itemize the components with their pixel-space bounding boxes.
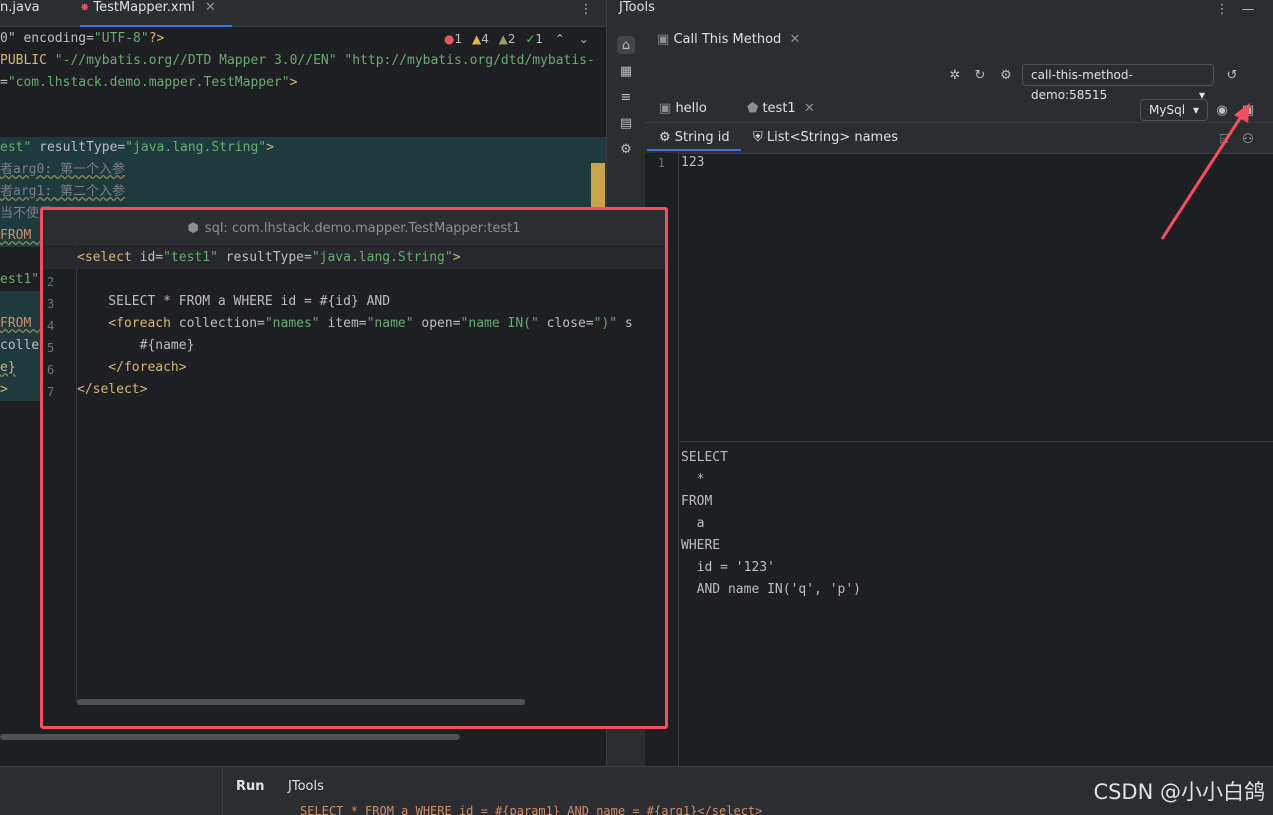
debug-icon[interactable]: ✲ bbox=[946, 66, 964, 84]
chevron-down-icon[interactable]: ⌄ bbox=[579, 32, 589, 46]
code-line: e} bbox=[0, 357, 40, 379]
popup-code-line: </foreach> bbox=[77, 360, 187, 375]
popup-horizontal-scrollbar[interactable] bbox=[77, 699, 525, 705]
code-line: 0" encoding="UTF-8"?> bbox=[0, 31, 165, 46]
sql-line: SELECT bbox=[681, 450, 728, 465]
cube-icon: ⬢ bbox=[187, 220, 199, 236]
line-number: 3 bbox=[47, 297, 55, 311]
code-line: collec bbox=[0, 335, 47, 357]
minimize-icon[interactable]: — bbox=[1239, 0, 1257, 18]
more-icon[interactable]: ⋮ bbox=[1213, 0, 1231, 18]
change-marker bbox=[591, 163, 605, 207]
sql-popup[interactable]: ⬢ sql: com.lhstack.demo.mapper.TestMappe… bbox=[40, 207, 668, 729]
error-icon: ● bbox=[444, 32, 455, 46]
popup-header[interactable]: ⬢ sql: com.lhstack.demo.mapper.TestMappe… bbox=[43, 210, 665, 246]
sql-line: * bbox=[681, 472, 705, 487]
tab-testmapper-xml[interactable]: ✸ TestMapper.xml ✕ bbox=[80, 0, 232, 27]
weak-count: 2 bbox=[507, 32, 516, 46]
check-icon: ✓ bbox=[525, 32, 536, 46]
sql-line: a bbox=[681, 516, 705, 531]
panel-title: JTools bbox=[619, 0, 655, 15]
code-line: est1" bbox=[0, 272, 40, 287]
ok-count: 1 bbox=[535, 32, 544, 46]
sql-line: FROM bbox=[681, 494, 713, 509]
tool-settings-icon[interactable]: ⚙ bbox=[617, 140, 635, 158]
popup-gutter: 1 2 3 4 5 6 7 bbox=[43, 246, 77, 702]
annotation-arrow bbox=[1160, 103, 1250, 240]
call-method-icon: ▣ bbox=[657, 32, 670, 47]
code-line bbox=[0, 291, 40, 313]
tool-grid-icon[interactable]: ▦ bbox=[617, 62, 635, 80]
popup-title: sql: com.lhstack.demo.mapper.TestMapper:… bbox=[204, 220, 521, 236]
chevron-up-icon[interactable]: ⌃ bbox=[555, 32, 565, 46]
horizontal-scrollbar[interactable] bbox=[0, 734, 460, 740]
tab-test1[interactable]: ⬟ test1 ✕ bbox=[747, 101, 815, 116]
method-icon: ⬟ bbox=[747, 101, 759, 116]
gear-icon[interactable]: ⚙ bbox=[997, 66, 1015, 84]
error-count: 1 bbox=[454, 32, 463, 46]
tab-label: TestMapper.xml bbox=[93, 0, 195, 15]
param-tab-names[interactable]: ⛨ List<String> names bbox=[753, 130, 898, 145]
method-icon: ▣ bbox=[659, 101, 672, 116]
param-label: String id bbox=[674, 130, 730, 145]
refresh-icon[interactable]: ↻ bbox=[971, 66, 989, 84]
code-line: est" resultType="java.lang.String"> bbox=[0, 137, 606, 159]
tab-call-this-method[interactable]: ▣ Call This Method ✕ bbox=[657, 32, 800, 47]
code-line: 者arg1: 第二个入参 bbox=[0, 181, 606, 203]
popup-code-line: </select> bbox=[77, 382, 148, 397]
tab-hello[interactable]: ▣ hello bbox=[659, 101, 707, 116]
code-line: PUBLIC "-//mybatis.org//DTD Mapper 3.0//… bbox=[0, 53, 595, 68]
target-select-value: call-this-method-demo:58515 bbox=[1031, 68, 1133, 102]
tool-calendar-icon[interactable]: ▤ bbox=[617, 114, 635, 132]
reload-icon[interactable]: ↺ bbox=[1223, 66, 1241, 84]
code-line: > bbox=[0, 379, 40, 401]
line-number: 2 bbox=[47, 275, 55, 289]
sql-line: AND name IN('q', 'p') bbox=[681, 582, 862, 597]
tab-main-java[interactable]: n.java bbox=[0, 0, 40, 26]
tab-label: n.java bbox=[0, 0, 40, 15]
param-tab-indicator bbox=[647, 149, 741, 151]
line-number: 5 bbox=[47, 341, 55, 355]
tab-label: test1 bbox=[762, 101, 796, 116]
weak-warning-icon: ▲ bbox=[498, 32, 508, 46]
bottom-tool-window: Run JTools SELECT * FROM a WHERE id = #{… bbox=[0, 766, 1273, 815]
tool-sliders-icon[interactable]: ≡ bbox=[617, 88, 635, 106]
tab-jtools[interactable]: JTools bbox=[288, 779, 324, 794]
editor-tab-bar: n.java ✸ TestMapper.xml ✕ ⋮ bbox=[0, 0, 606, 27]
code-line: ="com.lhstack.demo.mapper.TestMapper"> bbox=[0, 75, 298, 90]
sql-line: id = '123' bbox=[681, 560, 775, 575]
code-line: 者arg0: 第一个入参 bbox=[0, 159, 606, 181]
line-number: 1 bbox=[657, 156, 665, 170]
line-number: 4 bbox=[47, 319, 55, 333]
tab-run[interactable]: Run bbox=[236, 779, 265, 794]
close-icon[interactable]: ✕ bbox=[205, 0, 216, 15]
sql-output-editor[interactable] bbox=[645, 441, 1273, 767]
popup-code-line: <select id="test1" resultType="java.lang… bbox=[77, 250, 461, 265]
xml-file-icon: ✸ bbox=[80, 1, 90, 14]
line-number: 7 bbox=[47, 385, 55, 399]
divider bbox=[222, 767, 223, 815]
tab-label: hello bbox=[675, 101, 707, 116]
inspection-widget[interactable]: ●1 ▲4 ▲2 ✓1 ⌃ ⌄ bbox=[444, 32, 589, 46]
warning-count: 4 bbox=[481, 32, 489, 46]
param-tab-string-id[interactable]: ⚙ String id bbox=[659, 130, 730, 145]
close-icon[interactable]: ✕ bbox=[789, 32, 800, 47]
gear-icon: ⚙ bbox=[659, 130, 671, 145]
popup-code-line: SELECT * FROM a WHERE id = #{id} AND bbox=[77, 294, 391, 309]
tool-call-method-icon[interactable]: ⌂ bbox=[617, 36, 635, 54]
close-icon[interactable]: ✕ bbox=[804, 101, 815, 116]
sql-line: WHERE bbox=[681, 538, 721, 553]
warning-icon: ▲ bbox=[471, 32, 482, 46]
shield-icon: ⛨ bbox=[753, 130, 763, 145]
popup-code-line: #{name} bbox=[77, 338, 195, 353]
popup-code-line: <foreach collection="names" item="name" … bbox=[77, 316, 633, 331]
code-line: FROM a bbox=[0, 313, 47, 335]
more-icon[interactable]: ⋮ bbox=[577, 0, 595, 18]
tab-label: Call This Method bbox=[673, 32, 782, 47]
target-select[interactable]: call-this-method-demo:58515 ▾ bbox=[1022, 64, 1214, 102]
param-label: List<String> names bbox=[766, 130, 898, 145]
param-value: 123 bbox=[681, 155, 705, 170]
watermark: CSDN @小小白鸽 bbox=[1093, 780, 1265, 804]
line-number: 6 bbox=[47, 363, 55, 377]
